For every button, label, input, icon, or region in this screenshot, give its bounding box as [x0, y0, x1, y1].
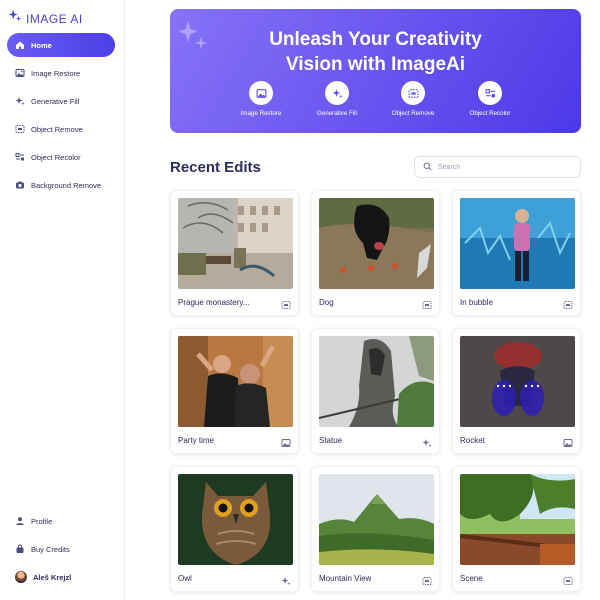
edit-card-label: In bubble: [460, 298, 493, 307]
camera-icon: [15, 180, 25, 190]
sidebar-item-home[interactable]: Home: [7, 33, 115, 57]
sidebar-item-object-recolor[interactable]: Object Recolor: [7, 145, 115, 169]
avatar: [15, 571, 27, 583]
sidebar-item-label: Buy Credits: [31, 544, 70, 554]
sparkle-icon: [325, 81, 349, 105]
sidebar-nav: Home Image Restore Generative Fill Objec…: [7, 33, 115, 201]
object-remove-icon: [563, 297, 573, 309]
recolor-icon: [478, 81, 502, 105]
thumbnail-image: [178, 336, 293, 427]
sparkle-icon: [15, 96, 25, 106]
hero-tool-object-remove[interactable]: Object Remove: [373, 81, 453, 117]
thumbnail-image: [460, 198, 575, 289]
recent-edits-title: Recent Edits: [170, 159, 261, 176]
sidebar-item-label: Background Remove: [31, 180, 102, 190]
edit-card-in-bubble[interactable]: In bubble: [452, 190, 581, 316]
edit-card-label: Scene: [460, 574, 483, 583]
search-box[interactable]: [414, 156, 581, 178]
user-name: Aleš Krejzl: [33, 572, 72, 582]
sidebar-item-image-restore[interactable]: Image Restore: [7, 61, 115, 85]
sidebar-item-label: Generative Fill: [31, 96, 80, 106]
thumbnail-image: [319, 474, 434, 565]
edit-card-statue[interactable]: Statue: [311, 328, 440, 454]
hero-title: Unleash Your Creativity Vision with Imag…: [269, 29, 482, 75]
hero-tool-label: Object Remove: [391, 110, 435, 117]
search-icon: [423, 158, 438, 176]
thumbnail-image: [319, 336, 434, 427]
edit-card-label: Dog: [319, 298, 334, 307]
sidebar-item-user[interactable]: Aleš Krejzl: [7, 565, 115, 589]
object-remove-icon: [401, 81, 425, 105]
sparkle-icon: [422, 435, 432, 448]
edit-card-scene[interactable]: Scene: [452, 466, 581, 592]
edit-card-dog[interactable]: Dog: [311, 190, 440, 316]
edit-card-party-time[interactable]: Party time: [170, 328, 299, 454]
edit-card-owl[interactable]: Owl: [170, 466, 299, 592]
sidebar-item-buy-credits[interactable]: Buy Credits: [7, 537, 115, 561]
edit-card-label: Party time: [178, 436, 215, 445]
thumbnail-image: [460, 336, 575, 427]
sidebar-item-label: Profile: [31, 516, 53, 526]
thumbnail-image: [319, 198, 434, 289]
sidebar-item-profile[interactable]: Profile: [7, 509, 115, 533]
image-icon: [563, 435, 573, 447]
user-icon: [15, 516, 25, 526]
bag-icon: [15, 544, 25, 554]
hero-tool-image-restore[interactable]: Image Restore: [221, 81, 301, 117]
home-icon: [15, 40, 25, 50]
recolor-icon: [15, 152, 25, 162]
object-remove-icon: [422, 573, 432, 585]
hero-tool-label: Generative Fill: [317, 110, 357, 117]
sidebar-item-label: Image Restore: [31, 68, 81, 78]
app-name: IMAGE AI: [26, 11, 83, 26]
hero-banner: Unleash Your Creativity Vision with Imag…: [170, 9, 581, 133]
search-input[interactable]: [438, 163, 568, 171]
sidebar-item-generative-fill[interactable]: Generative Fill: [7, 89, 115, 113]
image-icon: [281, 435, 291, 447]
image-icon: [249, 81, 273, 105]
sidebar-item-label: Home: [31, 40, 52, 50]
thumbnail-image: [178, 198, 293, 289]
thumbnail-image: [178, 474, 293, 565]
edit-card-label: Prague monastery...: [178, 298, 250, 307]
sidebar-item-background-remove[interactable]: Background Remove: [7, 173, 115, 197]
edit-card-label: Rocket: [460, 436, 485, 445]
sidebar-bottom-nav: Profile Buy Credits Aleš Krejzl: [7, 509, 115, 593]
edit-card-prague-monastery[interactable]: Prague monastery...: [170, 190, 299, 316]
edit-card-mountain-view[interactable]: Mountain View: [311, 466, 440, 592]
object-remove-icon: [281, 297, 291, 309]
hero-tool-label: Image Restore: [240, 110, 282, 117]
thumbnail-image: [460, 474, 575, 565]
object-remove-icon: [422, 297, 432, 309]
edit-card-label: Mountain View: [319, 574, 372, 583]
app-logo[interactable]: IMAGE AI: [8, 9, 83, 28]
hero-tool-label: Object Recolor: [469, 110, 511, 117]
hero-tool-object-recolor[interactable]: Object Recolor: [450, 81, 530, 117]
sidebar-item-label: Object Recolor: [31, 152, 81, 162]
sparkle-icon: [8, 9, 22, 28]
sparkle-icon: [281, 573, 291, 586]
sidebar: IMAGE AI Home Image Restore Generative F…: [0, 0, 125, 600]
edit-card-label: Statue: [319, 436, 343, 445]
image-icon: [15, 68, 25, 78]
edit-card-label: Owl: [178, 574, 192, 583]
hero-tool-generative-fill[interactable]: Generative Fill: [297, 81, 377, 117]
sidebar-item-object-remove[interactable]: Object Remove: [7, 117, 115, 141]
sidebar-item-label: Object Remove: [31, 124, 83, 134]
edit-card-rocket[interactable]: Rocket: [452, 328, 581, 454]
object-remove-icon: [15, 124, 25, 134]
object-remove-icon: [563, 573, 573, 585]
